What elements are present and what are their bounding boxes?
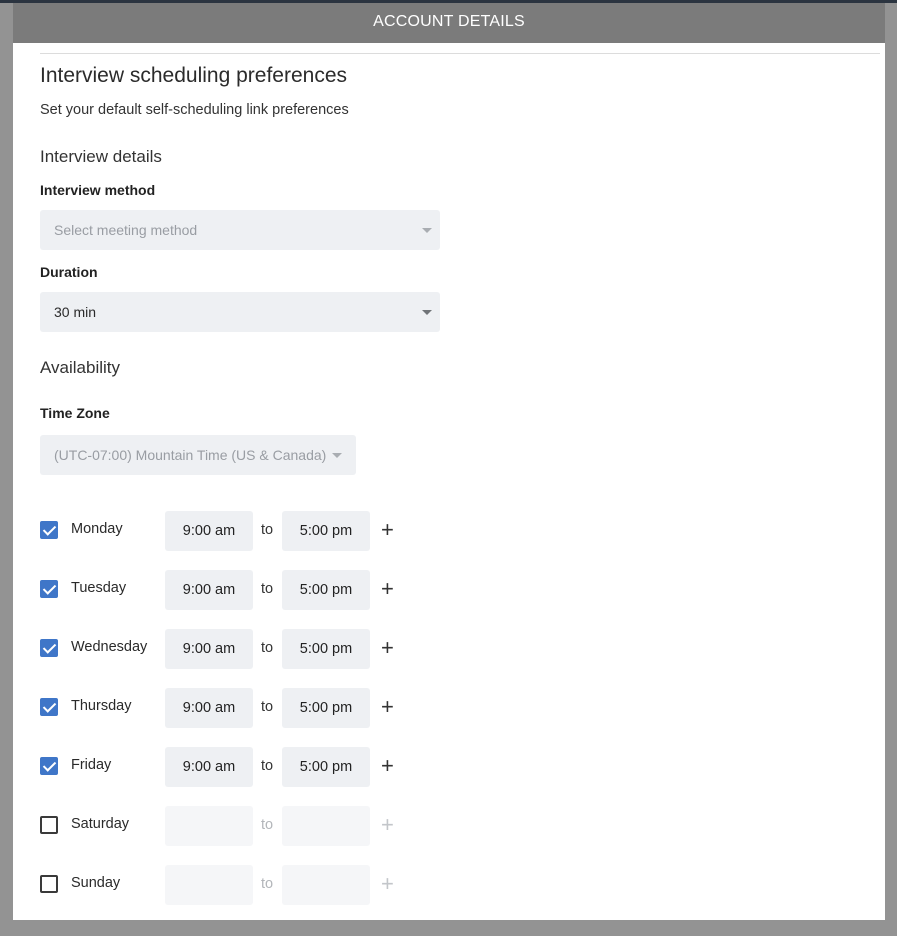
to-label: to xyxy=(261,581,274,597)
start-time-input[interactable]: 9:00 am xyxy=(165,629,253,669)
end-time-input[interactable] xyxy=(282,806,370,846)
day-row-monday: Monday 9:00 am to 5:00 pm + xyxy=(40,511,420,551)
divider xyxy=(40,53,880,54)
check-icon xyxy=(42,699,57,713)
start-time-input[interactable]: 9:00 am xyxy=(165,570,253,610)
to-label: to xyxy=(261,640,274,656)
caret-down-icon xyxy=(422,228,432,233)
check-icon xyxy=(42,640,57,654)
timezone-value: (UTC-07:00) Mountain Time (US & Canada) xyxy=(54,447,327,463)
end-time-input[interactable]: 5:00 pm xyxy=(282,688,370,728)
to-label: to xyxy=(261,758,274,774)
plus-icon[interactable]: + xyxy=(381,694,394,720)
to-label: to xyxy=(261,522,274,538)
interview-method-placeholder: Select meeting method xyxy=(54,222,198,238)
page-title: Interview scheduling preferences xyxy=(40,64,348,87)
interview-method-select[interactable]: Select meeting method xyxy=(40,210,440,250)
end-time-input[interactable] xyxy=(282,865,370,905)
day-checkbox-tuesday[interactable] xyxy=(40,580,58,598)
caret-down-icon xyxy=(332,453,342,458)
day-row-wednesday: Wednesday 9:00 am to 5:00 pm + xyxy=(40,629,420,669)
day-label: Wednesday xyxy=(71,639,148,655)
start-time-input[interactable] xyxy=(165,865,253,905)
start-time-input[interactable]: 9:00 am xyxy=(165,747,253,787)
plus-icon[interactable]: + xyxy=(381,871,394,897)
day-label: Tuesday xyxy=(71,580,127,596)
day-row-sunday: Sunday to + xyxy=(40,865,420,905)
start-time-input[interactable]: 9:00 am xyxy=(165,511,253,551)
day-checkbox-friday[interactable] xyxy=(40,757,58,775)
day-row-saturday: Saturday to + xyxy=(40,806,420,846)
start-time-input[interactable] xyxy=(165,806,253,846)
plus-icon[interactable]: + xyxy=(381,576,394,602)
to-label: to xyxy=(261,699,274,715)
day-label: Saturday xyxy=(71,816,130,832)
page-subtitle: Set your default self-scheduling link pr… xyxy=(40,102,349,118)
duration-label: Duration xyxy=(40,264,98,280)
end-time-input[interactable]: 5:00 pm xyxy=(282,629,370,669)
duration-value: 30 min xyxy=(54,304,97,320)
day-row-thursday: Thursday 9:00 am to 5:00 pm + xyxy=(40,688,420,728)
to-label: to xyxy=(261,817,274,833)
caret-down-icon xyxy=(422,310,432,315)
plus-icon[interactable]: + xyxy=(381,635,394,661)
day-checkbox-thursday[interactable] xyxy=(40,698,58,716)
plus-icon[interactable]: + xyxy=(381,812,394,838)
modal-header: ACCOUNT DETAILS xyxy=(13,3,885,43)
day-label: Monday xyxy=(71,521,123,537)
day-row-tuesday: Tuesday 9:00 am to 5:00 pm + xyxy=(40,570,420,610)
day-label: Thursday xyxy=(71,698,132,714)
timezone-select[interactable]: (UTC-07:00) Mountain Time (US & Canada) xyxy=(40,435,356,475)
check-icon xyxy=(42,522,57,536)
section-availability: Availability xyxy=(40,358,121,377)
end-time-input[interactable]: 5:00 pm xyxy=(282,511,370,551)
day-checkbox-saturday[interactable] xyxy=(40,816,58,834)
end-time-input[interactable]: 5:00 pm xyxy=(282,747,370,787)
plus-icon[interactable]: + xyxy=(381,517,394,543)
section-interview-details: Interview details xyxy=(40,147,162,166)
interview-method-label: Interview method xyxy=(40,182,156,198)
check-icon xyxy=(42,581,57,595)
day-checkbox-wednesday[interactable] xyxy=(40,639,58,657)
day-label: Friday xyxy=(71,757,112,773)
preferences-panel: Interview scheduling preferences Set you… xyxy=(13,43,885,920)
check-icon xyxy=(42,758,57,772)
duration-select[interactable]: 30 min xyxy=(40,292,440,332)
day-row-friday: Friday 9:00 am to 5:00 pm + xyxy=(40,747,420,787)
day-checkbox-sunday[interactable] xyxy=(40,875,58,893)
day-checkbox-monday[interactable] xyxy=(40,521,58,539)
plus-icon[interactable]: + xyxy=(381,753,394,779)
timezone-label: Time Zone xyxy=(40,405,110,421)
day-label: Sunday xyxy=(71,875,121,891)
start-time-input[interactable]: 9:00 am xyxy=(165,688,253,728)
to-label: to xyxy=(261,876,274,892)
end-time-input[interactable]: 5:00 pm xyxy=(282,570,370,610)
